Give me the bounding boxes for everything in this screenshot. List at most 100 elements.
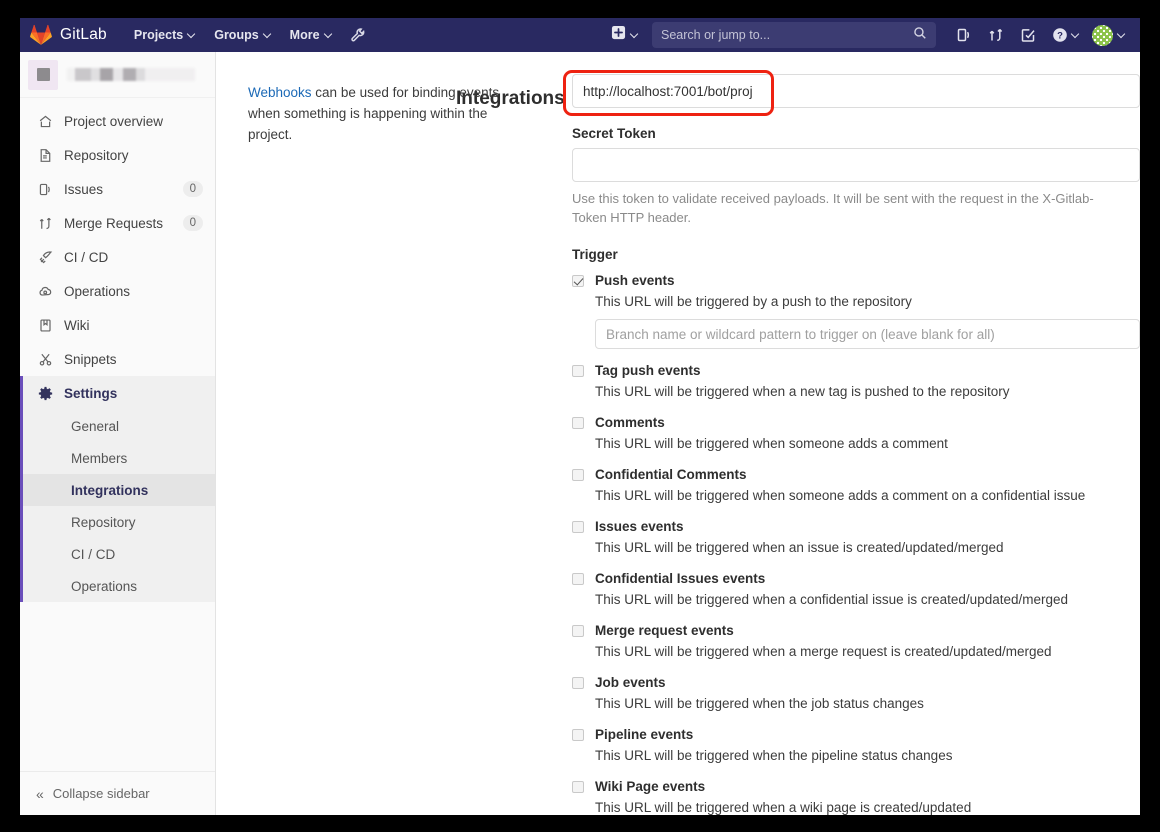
secret-token-input[interactable] bbox=[572, 148, 1140, 182]
checkbox-push-events[interactable] bbox=[572, 275, 584, 287]
trigger-desc: This URL will be triggered when a confid… bbox=[595, 592, 1069, 607]
secret-token-help: Use this token to validate received payl… bbox=[572, 191, 1094, 225]
gear-icon bbox=[37, 385, 53, 401]
nav-issues-icon[interactable] bbox=[948, 22, 980, 48]
avatar bbox=[1092, 24, 1113, 46]
sidebar-sublabel: Repository bbox=[71, 514, 136, 530]
wrench-icon[interactable] bbox=[342, 22, 374, 48]
nav-groups[interactable]: Groups bbox=[205, 22, 280, 48]
trigger-pipeline-events[interactable]: Pipeline events This URL will be trigger… bbox=[572, 726, 1140, 765]
scissors-icon bbox=[37, 351, 53, 367]
chevron-down-icon bbox=[188, 30, 196, 38]
sidebar-item-repository[interactable]: Repository bbox=[20, 138, 215, 172]
trigger-desc: This URL will be triggered when the job … bbox=[595, 696, 924, 711]
trigger-confidential-comments[interactable]: Confidential Comments This URL will be t… bbox=[572, 466, 1140, 505]
nav-help-icon[interactable]: ? bbox=[1044, 22, 1088, 48]
trigger-comments[interactable]: Comments This URL will be triggered when… bbox=[572, 414, 1140, 453]
trigger-issues-events[interactable]: Issues events This URL will be triggered… bbox=[572, 518, 1140, 557]
chevron-down-icon bbox=[264, 30, 272, 38]
trigger-job-events[interactable]: Job events This URL will be triggered wh… bbox=[572, 674, 1140, 713]
nav-todos-icon[interactable] bbox=[1012, 22, 1044, 48]
search-icon bbox=[913, 26, 927, 45]
sidebar-subitem-integrations[interactable]: Integrations bbox=[23, 474, 215, 506]
trigger-title: Tag push events bbox=[595, 363, 701, 378]
trigger-tag-push-events[interactable]: Tag push events This URL will be trigger… bbox=[572, 362, 1140, 401]
sidebar-sublabel: Integrations bbox=[71, 482, 149, 498]
trigger-title: Pipeline events bbox=[595, 727, 694, 742]
sidebar-item-merge-requests[interactable]: Merge Requests 0 bbox=[20, 206, 215, 240]
user-menu[interactable] bbox=[1088, 22, 1132, 49]
sidebar-subitem-ci-cd[interactable]: CI / CD bbox=[23, 538, 215, 570]
trigger-desc: This URL will be triggered when someone … bbox=[595, 488, 1086, 503]
checkbox-merge-request-events[interactable] bbox=[572, 625, 584, 637]
webhook-form: Secret Token Use this token to validate … bbox=[572, 74, 1140, 815]
chevron-double-left-icon: « bbox=[36, 785, 44, 802]
sidebar-subitem-members[interactable]: Members bbox=[23, 442, 215, 474]
trigger-confidential-issues-events[interactable]: Confidential Issues events This URL will… bbox=[572, 570, 1140, 609]
nav-more[interactable]: More bbox=[281, 22, 342, 48]
gitlab-logo-link[interactable]: GitLab bbox=[30, 24, 107, 46]
trigger-desc: This URL will be triggered when the pipe… bbox=[595, 748, 953, 763]
chevron-down-icon bbox=[631, 30, 639, 38]
trigger-wiki-page-events[interactable]: Wiki Page events This URL will be trigge… bbox=[572, 778, 1140, 815]
new-item-button[interactable] bbox=[604, 20, 646, 50]
search-input[interactable]: Search or jump to... bbox=[652, 22, 936, 48]
sidebar-label: Merge Requests bbox=[64, 215, 164, 231]
sidebar-badge-merge-requests: 0 bbox=[182, 214, 203, 232]
checkbox-pipeline-events[interactable] bbox=[572, 729, 584, 741]
nav-projects[interactable]: Projects bbox=[125, 22, 205, 48]
merge-requests-icon bbox=[37, 215, 53, 231]
sidebar-item-issues[interactable]: Issues 0 bbox=[20, 172, 215, 206]
project-name-redacted bbox=[67, 68, 195, 81]
checkbox-comments[interactable] bbox=[572, 417, 584, 429]
sidebar-item-project-overview[interactable]: Project overview bbox=[20, 104, 215, 138]
trigger-title: Confidential Comments bbox=[595, 467, 747, 482]
sidebar-sublabel: CI / CD bbox=[71, 546, 116, 562]
collapse-sidebar-label: Collapse sidebar bbox=[52, 786, 150, 801]
trigger-desc: This URL will be triggered when a wiki p… bbox=[595, 800, 972, 815]
gitlab-tanuki-icon bbox=[30, 24, 52, 46]
home-icon bbox=[37, 113, 53, 129]
sidebar-item-settings[interactable]: Settings bbox=[23, 376, 215, 410]
sidebar-item-ci-cd[interactable]: CI / CD bbox=[20, 240, 215, 274]
brand-label: GitLab bbox=[60, 26, 107, 43]
trigger-title: Merge request events bbox=[595, 623, 734, 638]
collapse-sidebar-button[interactable]: « Collapse sidebar bbox=[20, 771, 215, 815]
nav-merge-requests-icon[interactable] bbox=[980, 22, 1012, 48]
screenshot-frame-bottom bbox=[0, 815, 1160, 832]
push-branch-filter-input[interactable] bbox=[595, 319, 1140, 349]
sidebar-subitem-operations[interactable]: Operations bbox=[23, 570, 215, 602]
checkbox-wiki-page-events[interactable] bbox=[572, 781, 584, 793]
issues-icon bbox=[37, 181, 53, 197]
browser-viewport: GitLab Projects Groups More Search or ju… bbox=[20, 18, 1140, 815]
trigger-desc: This URL will be triggered when a merge … bbox=[595, 644, 1052, 659]
checkbox-issues-events[interactable] bbox=[572, 521, 584, 533]
sidebar-subitem-repository[interactable]: Repository bbox=[23, 506, 215, 538]
trigger-push-events[interactable]: Push events This URL will be triggered b… bbox=[572, 272, 1140, 349]
sidebar-label: CI / CD bbox=[64, 249, 109, 265]
sidebar-subitem-general[interactable]: General bbox=[23, 410, 215, 442]
checkbox-job-events[interactable] bbox=[572, 677, 584, 689]
sidebar-item-wiki[interactable]: Wiki bbox=[20, 308, 215, 342]
webhook-url-input[interactable] bbox=[572, 74, 1140, 108]
checkbox-tag-push-events[interactable] bbox=[572, 365, 584, 377]
sidebar-badge-issues: 0 bbox=[182, 180, 203, 198]
sidebar-nav-list: Project overview Repository Issues 0 Mer… bbox=[20, 98, 215, 376]
trigger-desc: This URL will be triggered when a new ta… bbox=[595, 384, 1010, 399]
plus-square-icon bbox=[611, 25, 626, 45]
sidebar-item-snippets[interactable]: Snippets bbox=[20, 342, 215, 376]
sidebar-label: Project overview bbox=[64, 113, 164, 129]
trigger-merge-request-events[interactable]: Merge request events This URL will be tr… bbox=[572, 622, 1140, 661]
trigger-title: Wiki Page events bbox=[595, 779, 706, 794]
trigger-desc: This URL will be triggered when someone … bbox=[595, 436, 948, 451]
sidebar-item-operations[interactable]: Operations bbox=[20, 274, 215, 308]
checkbox-confidential-comments[interactable] bbox=[572, 469, 584, 481]
sidebar-settings-group: Settings General Members Integrations Re… bbox=[20, 376, 215, 602]
trigger-desc: This URL will be triggered when an issue… bbox=[595, 540, 1004, 555]
sidebar-sublabel: Operations bbox=[71, 578, 138, 594]
book-icon bbox=[37, 317, 53, 333]
project-header[interactable] bbox=[20, 52, 215, 98]
checkbox-confidential-issues-events[interactable] bbox=[572, 573, 584, 585]
trigger-heading: Trigger bbox=[572, 247, 618, 262]
webhooks-link[interactable]: Webhooks bbox=[248, 85, 312, 100]
